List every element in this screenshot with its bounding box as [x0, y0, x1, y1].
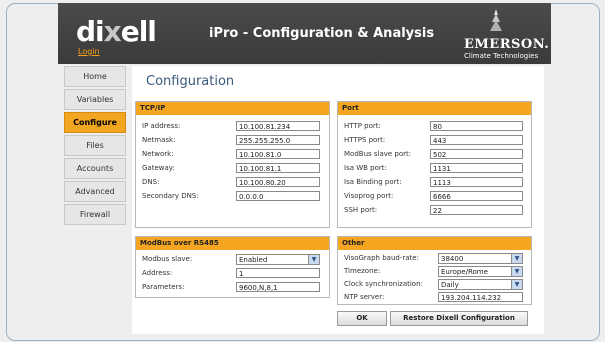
other-row: VisoGraph baud-rate: 38400 ▼: [338, 253, 531, 264]
ip-address-field[interactable]: 10.100.81.234: [236, 121, 320, 131]
ntp-server-label: NTP server:: [344, 293, 385, 301]
isa-wb-port-field[interactable]: 1131: [430, 163, 523, 173]
emerson-emblem-icon: [490, 9, 502, 31]
parameters-field[interactable]: 9600,N,8,1: [236, 282, 320, 292]
chevron-down-icon: ▼: [511, 267, 522, 276]
gateway-label: Gateway:: [142, 164, 175, 172]
timezone-label: Timezone:: [344, 267, 381, 275]
port-row: HTTP port: 80: [338, 121, 531, 132]
modbus-row: Parameters: 9600,N,8,1: [136, 282, 329, 293]
nav-advanced[interactable]: Advanced: [64, 181, 126, 202]
nav-accounts[interactable]: Accounts: [64, 158, 126, 179]
dns-field[interactable]: 10.100.80.20: [236, 177, 320, 187]
https-port-label: HTTPS port:: [344, 136, 386, 144]
clock-sync-label: Clock synchronization:: [344, 280, 423, 288]
secondary-dns-field[interactable]: 0.0.0.0: [236, 191, 320, 201]
app-header: dixell Login iPro - Configuration & Anal…: [58, 3, 551, 64]
netmask-label: Netmask:: [142, 136, 176, 144]
tcpip-row: DNS: 10.100.80.20: [136, 177, 329, 188]
app-title: iPro - Configuration & Analysis: [209, 26, 435, 41]
chevron-down-icon: ▼: [511, 254, 522, 263]
https-port-field[interactable]: 443: [430, 135, 523, 145]
visoprog-port-label: Visoprog port:: [344, 192, 394, 200]
port-panel-title: Port: [338, 102, 531, 115]
modbus-slave-port-field[interactable]: 502: [430, 149, 523, 159]
visograph-baud-select[interactable]: 38400 ▼: [438, 253, 523, 264]
timezone-value: Europe/Rome: [441, 268, 488, 276]
ip-address-label: IP address:: [142, 122, 181, 130]
port-row: Visoprog port: 6666: [338, 191, 531, 202]
network-label: Network:: [142, 150, 174, 158]
chevron-down-icon: ▼: [511, 280, 522, 289]
modbus-panel-title: ModBus over RS485: [136, 237, 329, 250]
address-field[interactable]: 1: [236, 268, 320, 278]
isa-binding-port-label: Isa Binding port:: [344, 178, 402, 186]
emerson-logo: EMERSON.: [464, 37, 550, 52]
modbus-slave-label: Modbus slave:: [142, 255, 193, 263]
secondary-dns-label: Secondary DNS:: [142, 192, 199, 200]
port-panel: Port HTTP port: 80 HTTPS port: 443 ModBu…: [337, 101, 532, 228]
timezone-select[interactable]: Europe/Rome ▼: [438, 266, 523, 277]
network-field[interactable]: 10.100.81.0: [236, 149, 320, 159]
main-content: Configuration TCP/IP IP address: 10.100.…: [132, 66, 544, 334]
login-link[interactable]: Login: [78, 47, 100, 56]
modbus-row: Address: 1: [136, 268, 329, 279]
http-port-field[interactable]: 80: [430, 121, 523, 131]
ok-button[interactable]: OK: [337, 311, 387, 326]
other-row: NTP server: 193.204.114.232: [338, 292, 531, 303]
isa-binding-port-field[interactable]: 1113: [430, 177, 523, 187]
visoprog-port-field[interactable]: 6666: [430, 191, 523, 201]
visograph-baud-value: 38400: [441, 255, 464, 263]
ntp-server-field[interactable]: 193.204.114.232: [438, 292, 523, 302]
chevron-down-icon: ▼: [308, 255, 319, 264]
tcpip-row: Netmask: 255.255.255.0: [136, 135, 329, 146]
visograph-baud-label: VisoGraph baud-rate:: [344, 254, 419, 262]
tcpip-row: Secondary DNS: 0.0.0.0: [136, 191, 329, 202]
tcpip-row: IP address: 10.100.81.234: [136, 121, 329, 132]
modbus-slave-value: Enabled: [239, 256, 268, 264]
other-row: Timezone: Europe/Rome ▼: [338, 266, 531, 277]
modbus-slave-select[interactable]: Enabled ▼: [236, 254, 320, 265]
nav-configure[interactable]: Configure: [64, 112, 126, 133]
parameters-label: Parameters:: [142, 283, 185, 291]
gateway-field[interactable]: 10.100.81.1: [236, 163, 320, 173]
ssh-port-label: SSH port:: [344, 206, 378, 214]
dns-label: DNS:: [142, 178, 160, 186]
emerson-subtitle: Climate Technologies: [464, 52, 539, 60]
clock-sync-select[interactable]: Daily ▼: [438, 279, 523, 290]
other-panel-title: Other: [338, 237, 531, 250]
dixell-logo: dixell: [76, 15, 157, 48]
port-row: Isa WB port: 1131: [338, 163, 531, 174]
port-row: HTTPS port: 443: [338, 135, 531, 146]
nav-files[interactable]: Files: [64, 135, 126, 156]
tcpip-row: Gateway: 10.100.81.1: [136, 163, 329, 174]
nav-variables[interactable]: Variables: [64, 89, 126, 110]
modbus-row: Modbus slave: Enabled ▼: [136, 254, 329, 265]
tcpip-row: Network: 10.100.81.0: [136, 149, 329, 160]
ssh-port-field[interactable]: 22: [430, 205, 523, 215]
sidebar-nav: Home Variables Configure Files Accounts …: [64, 66, 126, 227]
isa-wb-port-label: Isa WB port:: [344, 164, 387, 172]
http-port-label: HTTP port:: [344, 122, 381, 130]
modbus-panel: ModBus over RS485 Modbus slave: Enabled …: [135, 236, 330, 298]
other-panel: Other VisoGraph baud-rate: 38400 ▼ Timez…: [337, 236, 532, 305]
restore-config-button[interactable]: Restore Dixell Configuration: [390, 311, 528, 326]
other-row: Clock synchronization: Daily ▼: [338, 279, 531, 290]
tcpip-panel-title: TCP/IP: [136, 102, 329, 115]
address-label: Address:: [142, 269, 173, 277]
port-row: SSH port: 22: [338, 205, 531, 216]
nav-home[interactable]: Home: [64, 66, 126, 87]
port-row: ModBus slave port: 502: [338, 149, 531, 160]
netmask-field[interactable]: 255.255.255.0: [236, 135, 320, 145]
nav-firewall[interactable]: Firewall: [64, 204, 126, 225]
page-title: Configuration: [146, 74, 235, 89]
port-row: Isa Binding port: 1113: [338, 177, 531, 188]
clock-sync-value: Daily: [441, 281, 459, 289]
tcpip-panel: TCP/IP IP address: 10.100.81.234 Netmask…: [135, 101, 330, 228]
modbus-slave-port-label: ModBus slave port:: [344, 150, 412, 158]
